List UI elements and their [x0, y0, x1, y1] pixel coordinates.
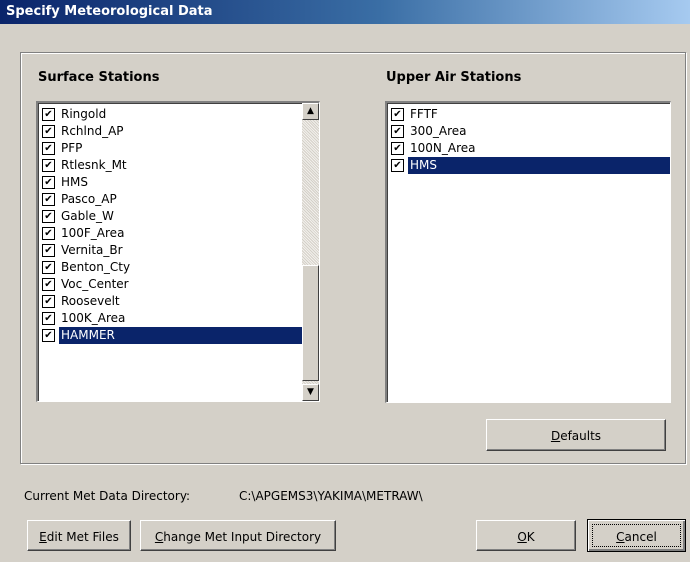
- window-title: Specify Meteorological Data: [6, 4, 213, 19]
- list-item[interactable]: ✔ Benton_Cty: [40, 259, 298, 276]
- list-item-label: HAMMER: [59, 327, 302, 344]
- checkbox-icon[interactable]: ✔: [42, 295, 55, 308]
- cancel-button-label: Cancel: [616, 529, 657, 544]
- upper-items: ✔ FFTF ✔ 300_Area ✔ 100N_Area ✔ HMS: [389, 106, 670, 174]
- checkbox-icon[interactable]: ✔: [42, 176, 55, 189]
- list-item-label: Roosevelt: [61, 294, 120, 308]
- list-item-label: 100F_Area: [61, 226, 125, 240]
- list-item-label: Benton_Cty: [61, 260, 131, 274]
- list-item[interactable]: ✔ HMS: [40, 174, 298, 191]
- checkbox-icon[interactable]: ✔: [42, 159, 55, 172]
- scroll-down-button[interactable]: ▼: [302, 384, 319, 401]
- list-item[interactable]: ✔ FFTF: [389, 106, 666, 123]
- list-item[interactable]: ✔ Rtlesnk_Mt: [40, 157, 298, 174]
- arrow-up-icon: ▲: [307, 106, 314, 116]
- upper-air-stations-list[interactable]: ✔ FFTF ✔ 300_Area ✔ 100N_Area ✔ HMS: [385, 101, 671, 403]
- list-item-label: Voc_Center: [61, 277, 129, 291]
- list-item[interactable]: ✔ Roosevelt: [40, 293, 298, 310]
- ok-button-label: OK: [517, 529, 535, 544]
- checkbox-icon[interactable]: ✔: [42, 108, 55, 121]
- checkbox-icon[interactable]: ✔: [42, 261, 55, 274]
- list-item[interactable]: ✔ Gable_W: [40, 208, 298, 225]
- edit-met-files-button[interactable]: Edit Met Files: [27, 520, 131, 551]
- list-item-label: PFP: [61, 141, 83, 155]
- list-item[interactable]: ✔ HAMMER: [40, 327, 302, 344]
- checkbox-icon[interactable]: ✔: [42, 244, 55, 257]
- list-item[interactable]: ✔ 100N_Area: [389, 140, 666, 157]
- list-item[interactable]: ✔ HMS: [389, 157, 670, 174]
- list-item-label: HMS: [61, 175, 88, 189]
- surface-scrollbar[interactable]: ▲ ▼: [302, 103, 319, 401]
- checkbox-icon[interactable]: ✔: [42, 329, 55, 342]
- change-met-input-directory-button[interactable]: Change Met Input Directory: [140, 520, 336, 551]
- list-item[interactable]: ✔ Rchlnd_AP: [40, 123, 298, 140]
- defaults-button[interactable]: Defaults: [486, 419, 666, 451]
- checkbox-icon[interactable]: ✔: [42, 193, 55, 206]
- list-item-label: 300_Area: [410, 124, 467, 138]
- upper-air-stations-heading: Upper Air Stations: [386, 70, 522, 85]
- checkbox-icon[interactable]: ✔: [391, 142, 404, 155]
- list-item[interactable]: ✔ PFP: [40, 140, 298, 157]
- checkbox-icon[interactable]: ✔: [391, 159, 404, 172]
- checkbox-icon[interactable]: ✔: [42, 312, 55, 325]
- checkbox-icon[interactable]: ✔: [391, 125, 404, 138]
- checkbox-icon[interactable]: ✔: [391, 108, 404, 121]
- list-item-label: Vernita_Br: [61, 243, 123, 257]
- surface-items: ✔ Ringold ✔ Rchlnd_AP ✔ PFP ✔ Rtlesnk_Mt ✔ HMS ✔ Pa…: [40, 106, 302, 344]
- ok-button[interactable]: OK: [476, 520, 576, 551]
- list-item-label: 100N_Area: [410, 141, 476, 155]
- checkbox-icon[interactable]: ✔: [42, 142, 55, 155]
- list-item[interactable]: ✔ Vernita_Br: [40, 242, 298, 259]
- arrow-down-icon: ▼: [307, 387, 314, 397]
- list-item-label: FFTF: [410, 107, 438, 121]
- directory-value: C:\APGEMS3\YAKIMA\METRAW\: [239, 489, 423, 503]
- change-directory-label: Change Met Input Directory: [154, 529, 322, 544]
- checkbox-icon[interactable]: ✔: [42, 227, 55, 240]
- directory-label: Current Met Data Directory:: [24, 489, 191, 503]
- title-bar: Specify Meteorological Data: [0, 0, 690, 24]
- surface-stations-list[interactable]: ✔ Ringold ✔ Rchlnd_AP ✔ PFP ✔ Rtlesnk_Mt ✔ HMS ✔ Pa…: [36, 101, 320, 402]
- scroll-up-button[interactable]: ▲: [302, 103, 319, 120]
- list-item[interactable]: ✔ Pasco_AP: [40, 191, 298, 208]
- defaults-button-label: Defaults: [550, 429, 602, 443]
- list-item[interactable]: ✔ Ringold: [40, 106, 298, 123]
- list-item-label: Gable_W: [61, 209, 114, 223]
- list-item-label: Rtlesnk_Mt: [61, 158, 127, 172]
- list-item-label: Ringold: [61, 107, 107, 121]
- list-item-label: 100K_Area: [61, 311, 126, 325]
- list-item-label: HMS: [408, 157, 670, 174]
- list-item-label: Pasco_AP: [61, 192, 117, 206]
- checkbox-icon[interactable]: ✔: [42, 210, 55, 223]
- checkbox-icon[interactable]: ✔: [42, 125, 55, 138]
- surface-stations-heading: Surface Stations: [38, 70, 160, 85]
- cancel-button[interactable]: Cancel: [587, 519, 686, 552]
- list-item[interactable]: ✔ 300_Area: [389, 123, 666, 140]
- list-item-label: Rchlnd_AP: [61, 124, 124, 138]
- scroll-thumb[interactable]: [302, 265, 319, 381]
- list-item[interactable]: ✔ 100F_Area: [40, 225, 298, 242]
- checkbox-icon[interactable]: ✔: [42, 278, 55, 291]
- list-item[interactable]: ✔ Voc_Center: [40, 276, 298, 293]
- list-item[interactable]: ✔ 100K_Area: [40, 310, 298, 327]
- edit-met-files-label: Edit Met Files: [39, 529, 119, 544]
